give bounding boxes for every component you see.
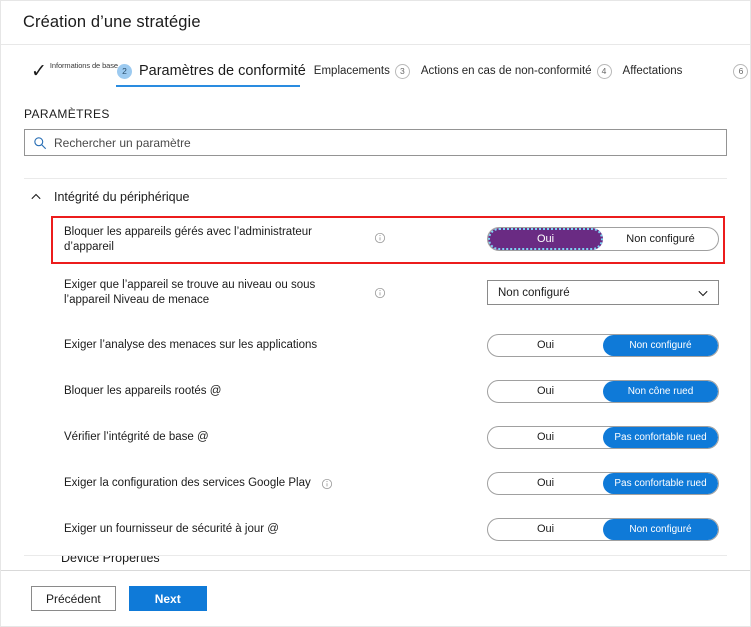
dropdown-niveau-de-menace[interactable]: Non configuré	[487, 280, 719, 305]
wizard-step-badge: 4	[596, 63, 612, 79]
wizard-step-informations-de-base[interactable]: ✓ Informations de base	[31, 45, 118, 97]
setting-label: Bloquer les appareils rootés @	[64, 384, 222, 397]
wizard-step-label: Informations de base	[49, 60, 118, 70]
search-icon	[33, 136, 47, 150]
info-icon[interactable]	[374, 286, 386, 299]
setting-row-fournisseur-securite-a-jour: Exiger un fournisseur de sécurité à jour…	[24, 510, 727, 548]
toggle-fournisseur-securite-a-jour[interactable]: Oui Non configuré	[487, 517, 719, 541]
setting-label: Exiger un fournisseur de sécurité à jour…	[64, 522, 279, 535]
setting-control: Non configuré	[487, 280, 719, 305]
toggle-option-not-configured[interactable]: Non configuré	[603, 334, 718, 356]
wizard-step-affectations[interactable]: Affectations	[623, 45, 683, 97]
setting-control: Oui Non configuré	[487, 227, 719, 251]
wizard-step-parametres-de-conformite[interactable]: 2 Paramètres de conformité	[112, 45, 308, 97]
setting-control: Oui Non cône rued	[487, 379, 719, 403]
setting-label: Exiger l’analyse des menaces sur les app…	[64, 338, 318, 351]
wizard-step-badge: 3	[394, 63, 410, 79]
dropdown-value: Non configuré	[498, 286, 570, 299]
toggle-option-not-configured[interactable]: Non configuré	[603, 518, 718, 540]
setting-label: Exiger la configuration des services Goo…	[64, 476, 311, 489]
info-icon[interactable]	[374, 231, 386, 244]
toggle-configuration-services-google-play[interactable]: Oui Pas confortable rued	[487, 471, 719, 495]
setting-label: Exiger que l’appareil se trouve au nivea…	[64, 279, 316, 306]
wizard-step-label: Emplacements	[313, 65, 390, 77]
wizard-step-badge: 2	[116, 63, 132, 79]
chevron-down-icon	[696, 286, 710, 300]
toggle-bloquer-appareils-rootes[interactable]: Oui Non cône rued	[487, 379, 719, 403]
wizard-steps: ✓ Informations de base 2 Paramètres de c…	[1, 45, 750, 97]
wizard-step-actions-non-conformite[interactable]: Actions en cas de non-conformité 4	[421, 45, 617, 97]
next-group-clipped: Device Properties	[24, 555, 727, 571]
settings-group-label: Intégrité du périphérique	[54, 190, 190, 204]
settings-rows: Bloquer les appareils gérés avec l’admin…	[21, 216, 730, 548]
setting-row-bloquer-administrateur-appareil: Bloquer les appareils gérés avec l’admin…	[24, 216, 727, 260]
next-button[interactable]: Next	[128, 586, 207, 611]
active-step-underline	[115, 84, 300, 87]
toggle-option-not-configured[interactable]: Non cône rued	[603, 380, 718, 402]
previous-button[interactable]: Précédent	[31, 586, 116, 611]
wizard-step-label: Paramètres de conformité	[138, 63, 306, 79]
setting-row-verifier-integrite-de-base: Vérifier l’intégrité de base @ Oui Pas c…	[24, 418, 727, 456]
settings-panel: PARAMÈTRES Rechercher un paramètre Intég…	[1, 97, 750, 571]
setting-control: Oui Non configuré	[487, 333, 719, 357]
toggle-option-yes[interactable]: Oui	[488, 335, 603, 356]
toggle-option-not-configured[interactable]: Pas confortable rued	[603, 426, 718, 448]
setting-label: Bloquer les appareils gérés avec l’admin…	[64, 226, 313, 253]
toggle-option-not-configured[interactable]: Pas confortable rued	[603, 472, 718, 494]
settings-heading: PARAMÈTRES	[24, 107, 110, 121]
wizard-step-badge: 6	[733, 63, 749, 79]
toggle-option-yes[interactable]: Oui	[488, 427, 603, 448]
wizard-step-emplacements[interactable]: Emplacements 3	[314, 45, 415, 97]
setting-label: Vérifier l’intégrité de base @	[64, 430, 209, 443]
toggle-option-yes[interactable]: Oui	[488, 473, 603, 494]
setting-row-bloquer-appareils-rootes: Bloquer les appareils rootés @ Oui Non c…	[24, 372, 727, 410]
create-policy-window: Création d’une stratégie ✓ Informations …	[0, 0, 751, 627]
chevron-up-icon	[29, 190, 43, 204]
toggle-option-not-configured[interactable]: Non configuré	[603, 228, 718, 250]
info-icon[interactable]	[321, 477, 333, 490]
settings-group-header[interactable]: Intégrité du périphérique	[21, 179, 730, 216]
search-placeholder: Rechercher un paramètre	[54, 135, 191, 150]
check-icon: ✓	[31, 60, 47, 82]
wizard-step-label: Actions en cas de non-conformité	[420, 65, 592, 77]
toggle-verifier-integrite-de-base[interactable]: Oui Pas confortable rued	[487, 425, 719, 449]
setting-control: Oui Pas confortable rued	[487, 471, 719, 495]
toggle-option-yes[interactable]: Oui	[488, 381, 603, 402]
window-titlebar: Création d’une stratégie	[1, 1, 750, 45]
wizard-footer: Précédent Next	[1, 570, 750, 626]
setting-control: Oui Non configuré	[487, 517, 719, 541]
next-group-label: Device Properties	[61, 555, 160, 565]
wizard-step-label: Affectations	[622, 65, 683, 77]
toggle-analyse-des-menaces-applications[interactable]: Oui Non configuré	[487, 333, 719, 357]
toggle-bloquer-administrateur-appareil[interactable]: Oui Non configuré	[487, 227, 719, 251]
page-title: Création d’une stratégie	[23, 13, 201, 31]
setting-row-analyse-des-menaces-applications: Exiger l’analyse des menaces sur les app…	[24, 326, 727, 364]
toggle-option-yes[interactable]: Oui	[488, 228, 603, 250]
toggle-option-yes[interactable]: Oui	[488, 519, 603, 540]
setting-row-configuration-services-google-play: Exiger la configuration des services Goo…	[24, 464, 727, 502]
setting-row-niveau-de-menace: Exiger que l’appareil se trouve au nivea…	[24, 270, 727, 316]
search-input[interactable]: Rechercher un paramètre	[24, 129, 727, 156]
wizard-step-revision[interactable]: 6 Révision	[728, 45, 750, 97]
setting-control: Oui Pas confortable rued	[487, 425, 719, 449]
